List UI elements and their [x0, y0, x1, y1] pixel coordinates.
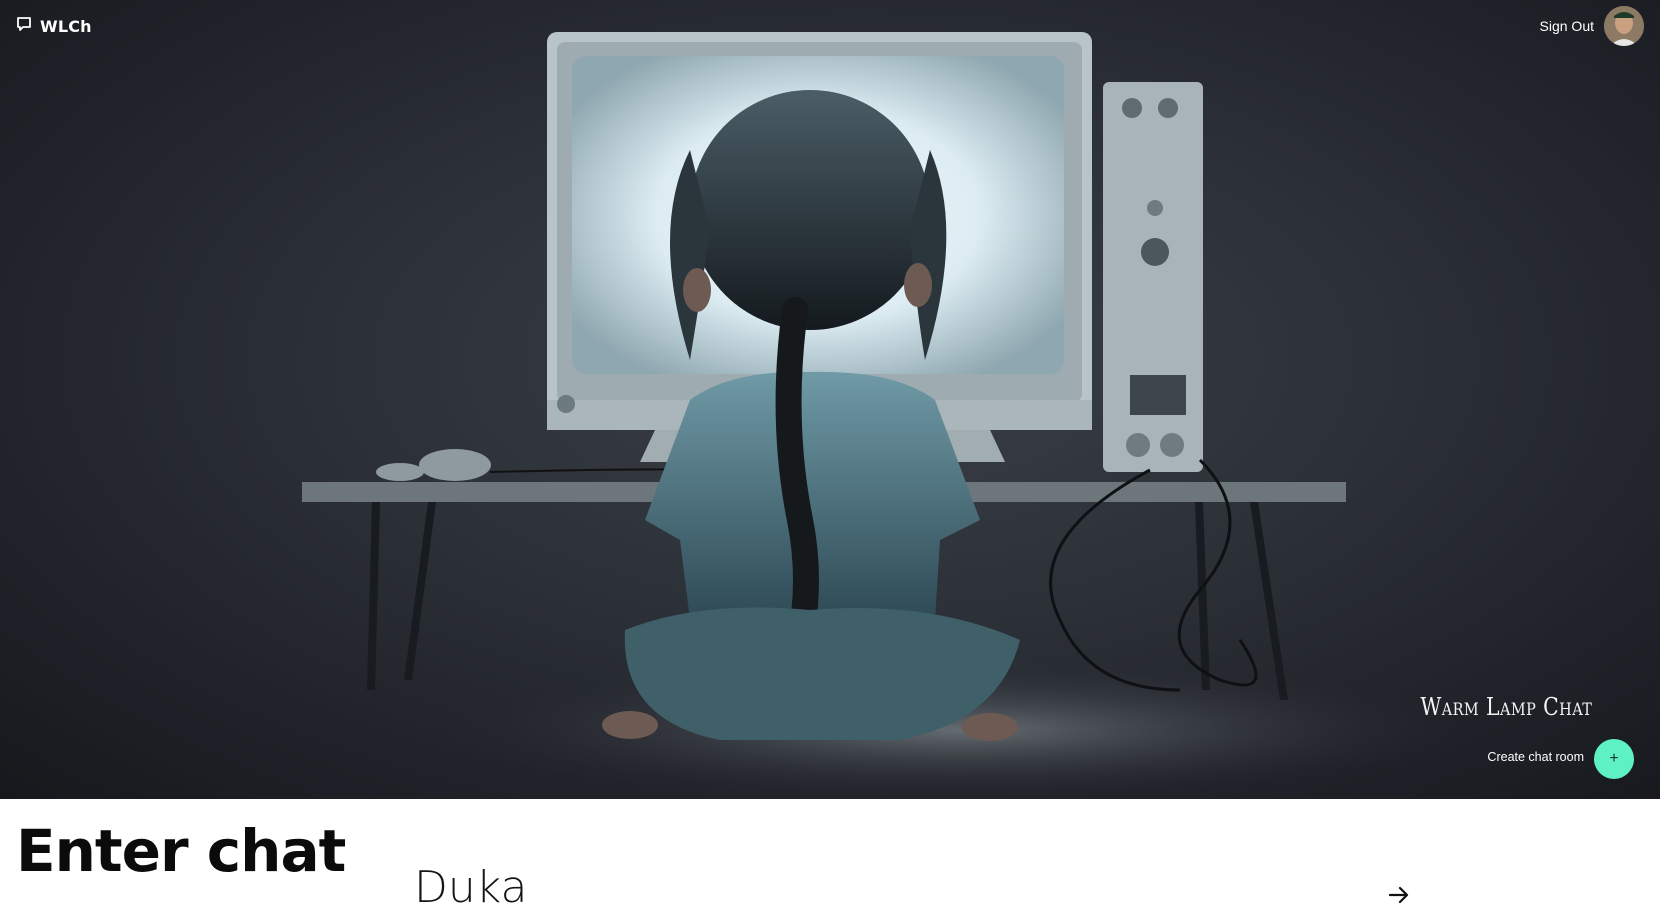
create-chat-room-button[interactable]: +: [1594, 739, 1634, 779]
chat-room-item[interactable]: Duka: [414, 862, 1410, 911]
hero-illustration: [302, 32, 1480, 799]
arrow-right-icon: [1388, 884, 1410, 911]
brand-label: WLCh: [40, 17, 92, 36]
hero-brand-text: Warm Lamp Chat: [1420, 693, 1592, 721]
user-avatar[interactable]: [1604, 6, 1644, 46]
create-chat-room-label: Create chat room: [1487, 750, 1584, 764]
brand-link[interactable]: WLCh: [16, 16, 92, 37]
hero-banner: WLCh Sign Out Warm Lamp Chat Create chat…: [0, 0, 1660, 799]
chat-bubble-icon: [16, 16, 32, 37]
top-bar: WLCh Sign Out: [0, 0, 1660, 52]
chat-room-name: Duka: [414, 862, 528, 913]
sign-out-link[interactable]: Sign Out: [1540, 18, 1594, 34]
page-title: Enter chat: [16, 817, 346, 885]
